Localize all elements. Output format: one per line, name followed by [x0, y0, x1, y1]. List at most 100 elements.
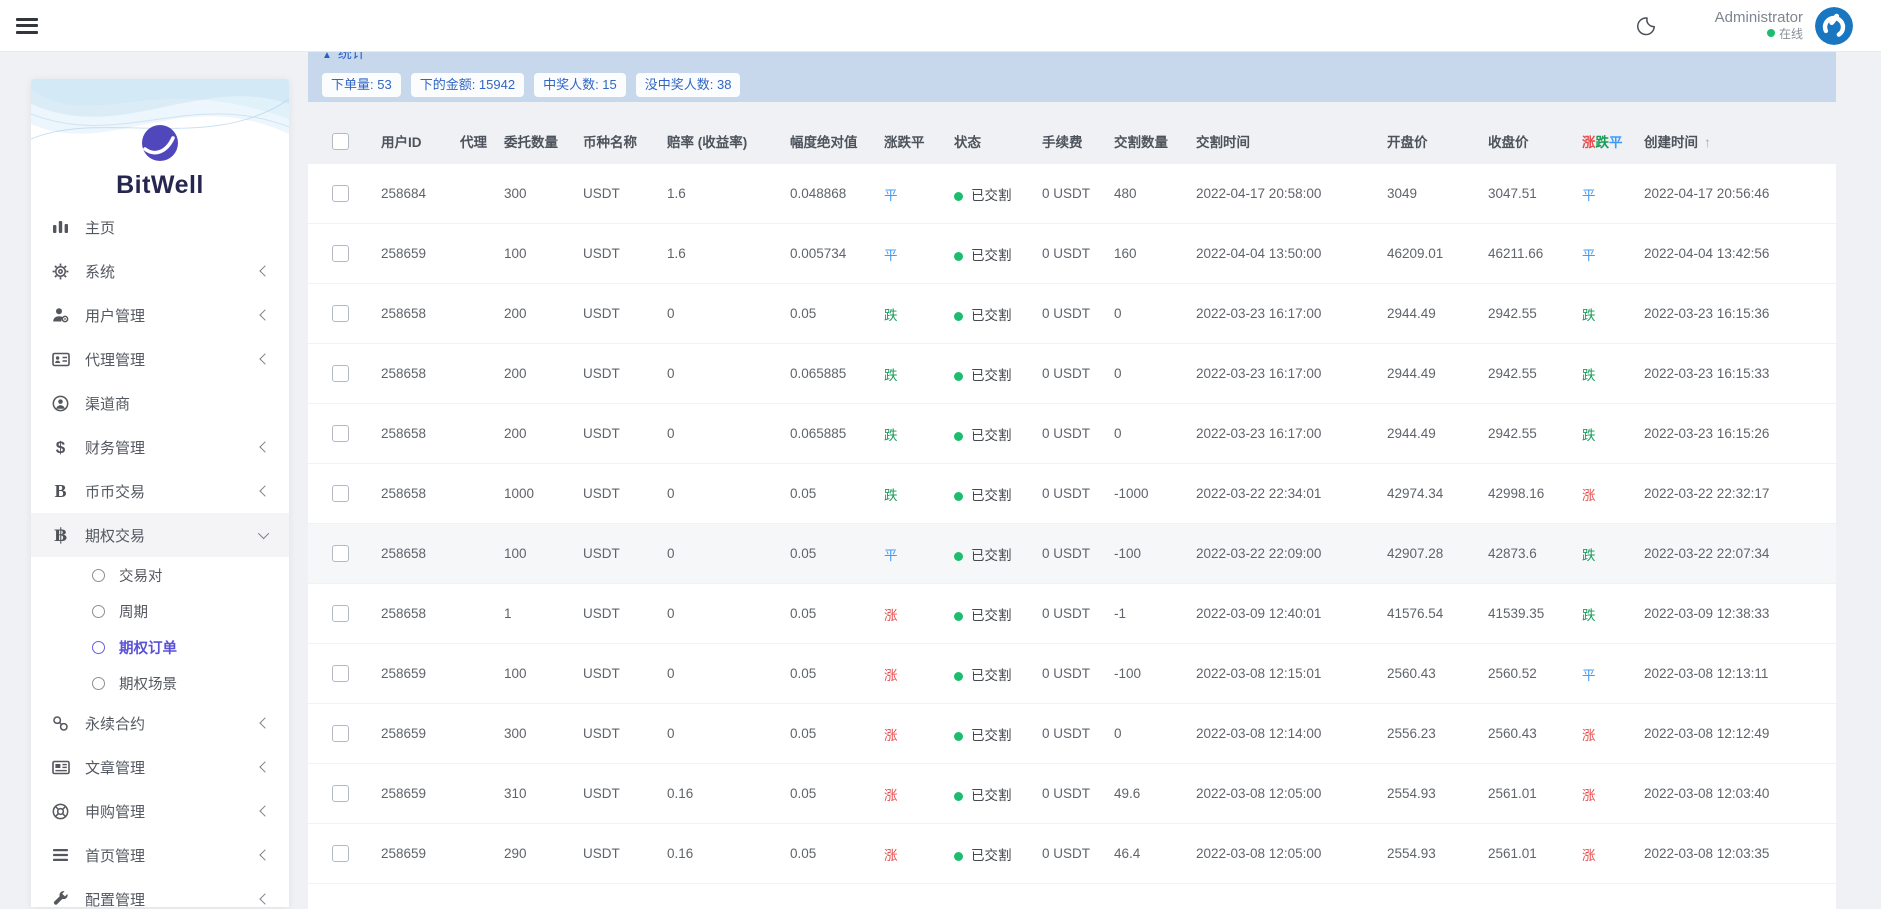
cell-odds: 0	[667, 606, 790, 621]
cell-created-at: 2022-03-23 16:15:33	[1644, 366, 1836, 381]
col-header-fee: 手续费	[1042, 131, 1114, 151]
cell-direction: 平	[884, 544, 954, 564]
cell-amount: 100	[504, 546, 583, 561]
cell-result: 平	[1582, 664, 1644, 684]
sidebar-item-5[interactable]: 渠道商	[31, 381, 289, 425]
sidebar-item-9[interactable]: 永续合约	[31, 701, 289, 745]
row-checkbox[interactable]	[332, 485, 349, 502]
sidebar-item-4[interactable]: 代理管理	[31, 337, 289, 381]
table-row: 258658100USDT00.05平已交割0 USDT-1002022-03-…	[308, 524, 1836, 584]
table-row: 258659290USDT0.160.05涨已交割0 USDT46.42022-…	[308, 824, 1836, 884]
cell-range-abs: 0.065885	[790, 426, 884, 441]
chain-link-icon	[51, 714, 70, 732]
sidebar-item-13[interactable]: 配置管理	[31, 877, 289, 907]
cell-close-price: 2561.01	[1488, 786, 1582, 801]
brand-name: BitWell	[31, 171, 289, 200]
col-header-user-id: 用户ID	[381, 131, 460, 151]
row-checkbox[interactable]	[332, 605, 349, 622]
sidebar-subitem[interactable]: 期权订单	[31, 629, 289, 665]
cell-close-price: 2560.52	[1488, 666, 1582, 681]
cell-status: 已交割	[954, 604, 1042, 624]
status-dot-icon	[954, 492, 963, 501]
cell-coin: USDT	[583, 426, 667, 441]
cell-settle-time: 2022-03-08 12:05:00	[1196, 786, 1387, 801]
row-checkbox[interactable]	[332, 725, 349, 742]
cell-result: 涨	[1582, 724, 1644, 744]
table-header: 用户ID代理委托数量币种名称赔率 (收益率)幅度绝对值涨跌平状态手续费交割数量交…	[308, 118, 1836, 164]
bar-chart-icon	[51, 218, 70, 236]
main-content: ▲统计 下单量: 53下的金额: 15942中奖人数: 15没中奖人数: 38 …	[308, 52, 1836, 909]
cell-range-abs: 0.05	[790, 546, 884, 561]
sidebar-subitem[interactable]: 期权场景	[31, 665, 289, 701]
row-checkbox[interactable]	[332, 305, 349, 322]
sidebar-item-6[interactable]: $财务管理	[31, 425, 289, 469]
dollar-icon: $	[51, 438, 70, 456]
cell-user-id: 258658	[381, 306, 460, 321]
gear-icon	[51, 262, 70, 280]
row-checkbox[interactable]	[332, 185, 349, 202]
cell-amount: 100	[504, 246, 583, 261]
cell-settle-time: 2022-04-17 20:58:00	[1196, 186, 1387, 201]
sidebar-item-label: 文章管理	[85, 757, 145, 778]
sidebar-item-label: 代理管理	[85, 349, 145, 370]
letter-b-icon: B	[51, 482, 70, 500]
cell-close-price: 2560.43	[1488, 726, 1582, 741]
table-row: 258684300USDT1.60.048868平已交割0 USDT480202…	[308, 164, 1836, 224]
cell-odds: 0	[667, 426, 790, 441]
cell-result: 跌	[1582, 544, 1644, 564]
cell-user-id: 258658	[381, 366, 460, 381]
chevron-left-icon	[259, 717, 270, 728]
cell-created-at: 2022-03-08 12:03:35	[1644, 846, 1836, 861]
cell-fee: 0 USDT	[1042, 606, 1114, 621]
navbar-right: Administrator 在线	[1635, 7, 1881, 45]
row-checkbox[interactable]	[332, 785, 349, 802]
wrench-icon	[51, 890, 70, 907]
chevron-left-icon	[259, 805, 270, 816]
sidebar-item-7[interactable]: B币币交易	[31, 469, 289, 513]
dark-mode-moon-icon[interactable]	[1635, 15, 1657, 37]
status-dot-icon	[954, 792, 963, 801]
sidebar-item-3[interactable]: 用户管理	[31, 293, 289, 337]
chevron-left-icon	[259, 265, 270, 276]
chevron-left-icon	[259, 485, 270, 496]
sidebar-item-1[interactable]: 主页	[31, 205, 289, 249]
sidebar-item-12[interactable]: 首页管理	[31, 833, 289, 877]
cell-status: 已交割	[954, 484, 1042, 504]
row-checkbox[interactable]	[332, 545, 349, 562]
row-checkbox[interactable]	[332, 665, 349, 682]
cell-settle-qty: -100	[1114, 666, 1196, 681]
cell-status: 已交割	[954, 184, 1042, 204]
cell-open-price: 46209.01	[1387, 246, 1488, 261]
col-header-created-at[interactable]: 创建时间↑	[1644, 131, 1836, 151]
sidebar-item-2[interactable]: 系统	[31, 249, 289, 293]
sidebar-subitem[interactable]: 交易对	[31, 557, 289, 593]
sidebar-item-10[interactable]: 文章管理	[31, 745, 289, 789]
stats-panel-title[interactable]: ▲统计	[322, 52, 366, 63]
cell-created-at: 2022-03-08 12:12:49	[1644, 726, 1836, 741]
cell-created-at: 2022-03-22 22:07:34	[1644, 546, 1836, 561]
row-checkbox[interactable]	[332, 425, 349, 442]
cell-range-abs: 0.048868	[790, 186, 884, 201]
col-header-amount: 委托数量	[504, 131, 583, 151]
row-checkbox[interactable]	[332, 365, 349, 382]
select-all-checkbox[interactable]	[332, 133, 349, 150]
cell-user-id: 258659	[381, 246, 460, 261]
cell-user-id: 258659	[381, 846, 460, 861]
sidebar-subitem-label: 周期	[119, 601, 148, 622]
cell-user-id: 258659	[381, 666, 460, 681]
stats-panel: ▲统计 下单量: 53下的金额: 15942中奖人数: 15没中奖人数: 38	[308, 52, 1836, 102]
cell-created-at: 2022-04-17 20:56:46	[1644, 186, 1836, 201]
avatar[interactable]	[1815, 7, 1853, 45]
user-circle-icon	[51, 394, 70, 412]
sidebar-item-8[interactable]: ฿期权交易	[31, 513, 289, 557]
row-checkbox[interactable]	[332, 845, 349, 862]
status-dot-icon	[954, 612, 963, 621]
cell-fee: 0 USDT	[1042, 246, 1114, 261]
sidebar-item-11[interactable]: 申购管理	[31, 789, 289, 833]
cell-direction: 平	[884, 244, 954, 264]
hamburger-menu-icon[interactable]	[16, 18, 38, 34]
row-checkbox[interactable]	[332, 245, 349, 262]
cell-settle-qty: 0	[1114, 306, 1196, 321]
sidebar-subitem[interactable]: 周期	[31, 593, 289, 629]
cell-amount: 200	[504, 306, 583, 321]
